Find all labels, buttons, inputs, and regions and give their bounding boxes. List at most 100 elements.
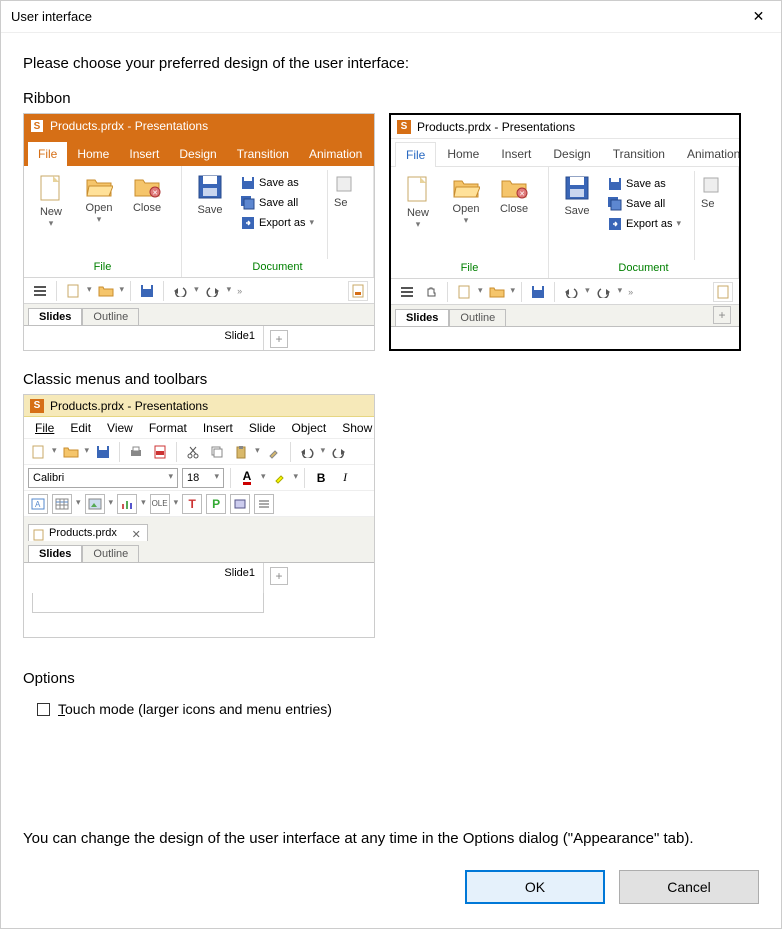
chart-icon bbox=[117, 494, 137, 514]
chevron-down-icon: ▾ bbox=[141, 497, 146, 508]
save-icon bbox=[528, 282, 548, 302]
save-icon bbox=[197, 174, 223, 200]
export-as-label: Export as bbox=[259, 217, 305, 229]
doc-icon bbox=[348, 281, 368, 301]
toolbar-objects: A ▾ ▾ ▾ OLE ▾ T P bbox=[24, 491, 374, 517]
highlight-icon bbox=[270, 468, 290, 488]
slide-thumbnail bbox=[32, 593, 264, 613]
paste-icon bbox=[231, 442, 251, 462]
font-color-icon: A bbox=[237, 468, 257, 488]
chevron-down-icon: ▾ bbox=[416, 219, 421, 230]
folder-icon bbox=[61, 442, 81, 462]
redo-icon bbox=[203, 281, 223, 301]
save-all-icon bbox=[241, 196, 255, 210]
save-all-icon bbox=[608, 197, 622, 211]
chevron-down-icon: ▾ bbox=[585, 285, 590, 296]
undo-icon bbox=[170, 281, 190, 301]
save-as-button: Save as bbox=[605, 175, 684, 193]
export-icon bbox=[608, 217, 622, 231]
close-icon: ✕ bbox=[753, 8, 765, 25]
chevron-down-icon: ▾ bbox=[227, 284, 232, 295]
close-button[interactable]: ✕ bbox=[736, 1, 781, 33]
text-box-icon: A bbox=[28, 494, 48, 514]
clipboard-icon bbox=[701, 175, 721, 195]
ole-icon: OLE bbox=[150, 494, 170, 514]
chevron-down-icon: ▾ bbox=[511, 285, 516, 296]
classic-style[interactable]: S Products.prdx - Presentations File Edi… bbox=[23, 394, 375, 638]
export-icon bbox=[241, 216, 255, 230]
tab-home: Home bbox=[436, 141, 490, 166]
close-button-preview: ✕ Close bbox=[126, 170, 168, 259]
chevron-down-icon: ▾ bbox=[309, 217, 314, 228]
svg-text:✕: ✕ bbox=[152, 190, 158, 197]
new-doc-icon bbox=[454, 282, 474, 302]
chevron-down-icon: ▾ bbox=[321, 445, 326, 456]
file-group-label: File bbox=[30, 259, 175, 275]
menubar: File Edit View Format Insert Slide Objec… bbox=[24, 417, 374, 439]
pdf-icon bbox=[150, 442, 170, 462]
brush-icon bbox=[264, 442, 284, 462]
touch-mode-option[interactable]: Touch mode (larger icons and menu entrie… bbox=[23, 693, 759, 717]
save-as-label: Save as bbox=[259, 177, 299, 189]
tab-slides: Slides bbox=[395, 309, 449, 326]
chevron-down-icon: ▾ bbox=[85, 445, 90, 456]
close-label: Close bbox=[133, 202, 161, 214]
doc-icon bbox=[713, 282, 733, 302]
copy-icon bbox=[207, 442, 227, 462]
font-size-combo: 18 ▾ bbox=[182, 468, 224, 488]
touch-mode-label: Touch mode (larger icons and menu entrie… bbox=[58, 701, 332, 717]
open-label: Open bbox=[453, 203, 480, 215]
bold-icon: B bbox=[311, 468, 331, 488]
tab-outline: Outline bbox=[449, 309, 506, 326]
quick-access-toolbar: ▾ ▾ ▾ ▾ » bbox=[24, 278, 374, 304]
chevron-down-icon: ▾ bbox=[194, 284, 199, 295]
chevron-down-icon: ▾ bbox=[294, 471, 299, 482]
clipboard-icon bbox=[334, 174, 354, 194]
tab-design: Design bbox=[169, 142, 226, 166]
print-icon bbox=[126, 442, 146, 462]
tab-outline: Outline bbox=[82, 545, 139, 562]
preview-title: Products.prdx - Presentations bbox=[50, 119, 208, 133]
cancel-button[interactable]: Cancel bbox=[619, 870, 759, 904]
save-button: Save bbox=[188, 170, 232, 259]
menu-file: File bbox=[28, 419, 61, 437]
new-doc-icon bbox=[28, 442, 48, 462]
font-name-value: Calibri bbox=[33, 472, 64, 484]
new-label: New bbox=[407, 207, 429, 219]
anchor-icon: + bbox=[270, 330, 288, 348]
new-button: New ▾ bbox=[30, 170, 72, 259]
quick-access-toolbar: ▾ ▾ ▾ ▾ » bbox=[391, 279, 739, 305]
save-all-button: Save all bbox=[238, 194, 317, 212]
tab-animation: Animation bbox=[676, 141, 741, 166]
save-as-icon bbox=[608, 177, 622, 191]
chevron-down-icon: ▾ bbox=[214, 471, 219, 482]
ok-button[interactable]: OK bbox=[465, 870, 605, 904]
chevron-down-icon: ▾ bbox=[255, 445, 260, 456]
ribbon-body: New ▾ Open ▾ ✕ Close File bbox=[24, 166, 374, 278]
tab-insert: Insert bbox=[119, 142, 169, 166]
shape-t-icon: T bbox=[182, 494, 202, 514]
tab-slides: Slides bbox=[28, 308, 82, 325]
ribbon-section-label: Ribbon bbox=[23, 90, 759, 107]
shape-rect-icon bbox=[230, 494, 250, 514]
tab-slides: Slides bbox=[28, 545, 82, 562]
menu-edit: Edit bbox=[63, 419, 98, 437]
doc-tab-label: Products.prdx bbox=[49, 527, 117, 539]
checkbox-icon[interactable] bbox=[37, 703, 50, 716]
folder-open-icon bbox=[85, 174, 113, 198]
menu-format: Format bbox=[142, 419, 194, 437]
menu-show: Show bbox=[335, 419, 375, 437]
close-label: Close bbox=[500, 203, 528, 215]
preview-titlebar: S Products.prdx - Presentations bbox=[24, 114, 374, 138]
slide-area: Slide1 + bbox=[24, 326, 374, 351]
ribbon-style-orange[interactable]: S Products.prdx - Presentations File Hom… bbox=[23, 113, 375, 351]
menu-slide: Slide bbox=[242, 419, 283, 437]
document-group-label: Document bbox=[188, 259, 367, 275]
new-button: New ▾ bbox=[397, 171, 439, 260]
options-section-label: Options bbox=[23, 670, 759, 687]
slide-name: Slide1 bbox=[24, 563, 264, 593]
undo-icon bbox=[561, 282, 581, 302]
export-as-label: Export as bbox=[626, 218, 672, 230]
menu-view: View bbox=[100, 419, 140, 437]
ribbon-style-light[interactable]: S Products.prdx - Presentations File Hom… bbox=[389, 113, 741, 351]
